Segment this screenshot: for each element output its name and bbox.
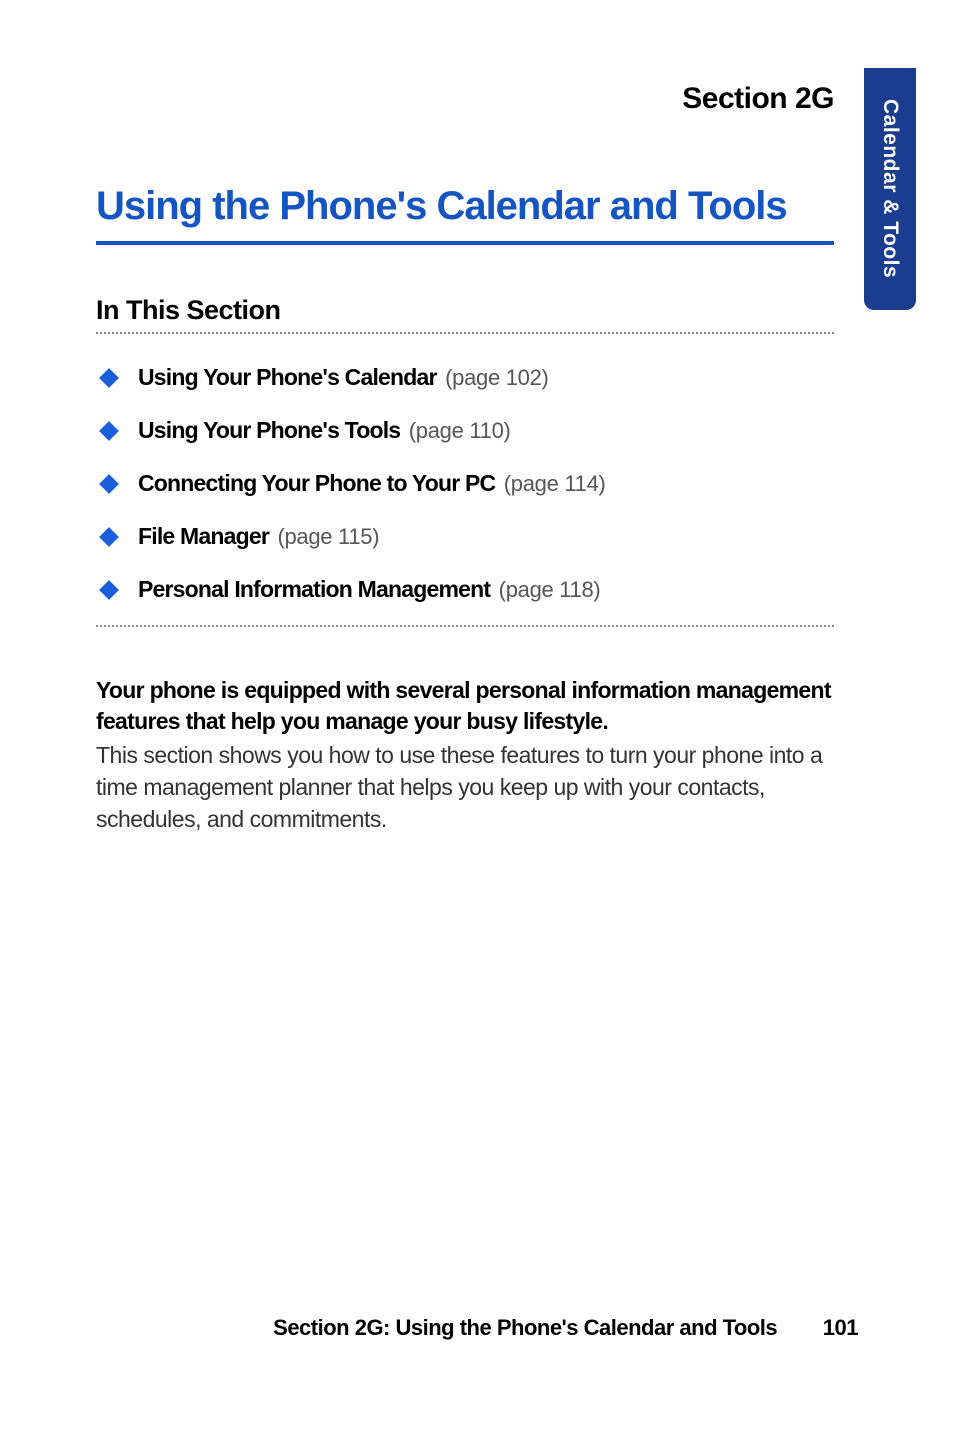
intro-regular-text: This section shows you how to use these … [96,739,834,836]
page-footer: Section 2G: Using the Phone's Calendar a… [96,1315,858,1341]
subsection-heading: In This Section [96,295,834,326]
toc-item-title: Connecting Your Phone to Your PC [138,470,495,496]
bullet-diamond-icon [99,421,119,441]
main-title: Using the Phone's Calendar and Tools [96,184,834,229]
toc-item-page: (page 110) [409,418,511,443]
side-tab-label: Calendar & Tools [878,99,902,278]
bullet-diamond-icon [99,368,119,388]
toc-item-title: Personal Information Management [138,576,490,602]
toc-item-page: (page 114) [504,471,606,496]
dotted-divider-bottom [96,625,834,627]
footer-title: Section 2G: Using the Phone's Calendar a… [273,1315,777,1340]
toc-item: Using Your Phone's Tools (page 110) [96,405,834,458]
toc-item: Connecting Your Phone to Your PC (page 1… [96,458,834,511]
toc-item-page: (page 115) [277,524,379,549]
toc-item-page: (page 118) [499,577,601,602]
intro-bold-text: Your phone is equipped with several pers… [96,675,834,737]
toc-list: Using Your Phone's Calendar (page 102) U… [96,352,834,617]
page-content: Section 2G Using the Phone's Calendar an… [0,0,954,836]
toc-item-title: File Manager [138,523,269,549]
footer-page-number: 101 [823,1315,858,1340]
bullet-diamond-icon [99,474,119,494]
bullet-diamond-icon [99,580,119,600]
dotted-divider-top [96,332,834,334]
toc-item-title: Using Your Phone's Tools [138,417,400,443]
title-underline [96,241,834,245]
toc-item-page: (page 102) [445,365,548,390]
bullet-diamond-icon [99,527,119,547]
toc-item: Using Your Phone's Calendar (page 102) [96,352,834,405]
section-label: Section 2G [96,82,834,116]
toc-item-title: Using Your Phone's Calendar [138,364,437,390]
toc-item: Personal Information Management (page 11… [96,564,834,617]
toc-item: File Manager (page 115) [96,511,834,564]
side-tab: Calendar & Tools [864,68,916,310]
